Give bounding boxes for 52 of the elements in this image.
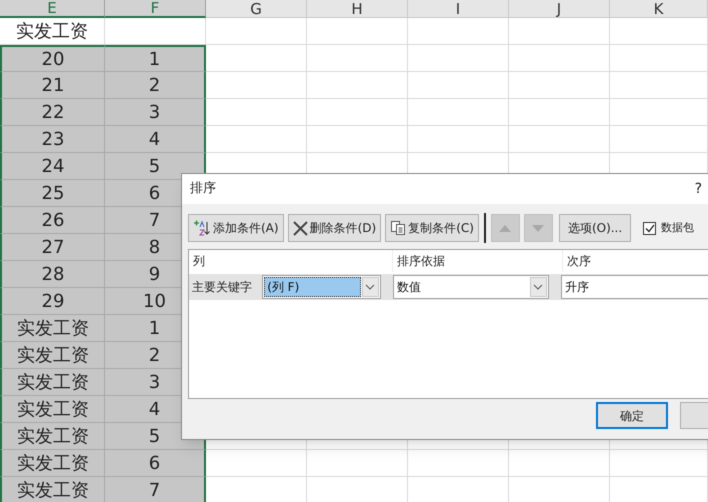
column-heading: 排序依据 bbox=[397, 253, 445, 270]
table-cell: 29 bbox=[0, 288, 105, 315]
table-cell: 21 bbox=[0, 72, 105, 99]
table-cell: 实发工资 bbox=[0, 342, 105, 369]
column-header[interactable]: E bbox=[0, 0, 105, 18]
toolbar-button[interactable]: 复制条件(C) bbox=[385, 214, 479, 242]
checkbox[interactable] bbox=[643, 222, 656, 234]
chevron-down-icon bbox=[365, 284, 376, 290]
table-cell: 实发工资 bbox=[0, 423, 105, 450]
checkbox-label: 数据包 bbox=[661, 220, 694, 236]
table-cell: 20 bbox=[0, 45, 105, 72]
table-cell: 28 bbox=[0, 261, 105, 288]
toolbar-button[interactable]: 添加条件(A) bbox=[188, 214, 284, 242]
cancel-button[interactable] bbox=[680, 402, 708, 429]
column-header[interactable]: F bbox=[105, 0, 206, 18]
options-button[interactable]: 选项(O)... bbox=[558, 214, 632, 242]
column-dropdown[interactable]: (列 F) bbox=[262, 275, 381, 299]
table-cell: 3 bbox=[105, 99, 206, 126]
column-header[interactable]: G bbox=[206, 0, 307, 18]
ok-button[interactable]: 确定 bbox=[596, 402, 668, 429]
column-header[interactable]: J bbox=[509, 0, 610, 18]
table-cell: 23 bbox=[0, 126, 105, 153]
table-cell: 实发工资 bbox=[0, 450, 105, 477]
delete-x-icon bbox=[292, 220, 308, 236]
help-button[interactable]: ? bbox=[694, 178, 702, 200]
sort-on-dropdown[interactable]: 数值 bbox=[392, 275, 549, 299]
table-cell: 实发工资 bbox=[0, 396, 105, 423]
column-header[interactable]: I bbox=[408, 0, 509, 18]
column-heading: 次序 bbox=[567, 253, 591, 270]
sort-add-icon bbox=[193, 219, 211, 237]
table-cell: 实发工资 bbox=[0, 477, 105, 502]
table-cell: 4 bbox=[105, 126, 206, 153]
order-dropdown[interactable]: 升序 bbox=[560, 275, 708, 299]
table-cell: 27 bbox=[0, 234, 105, 261]
checkmark-icon bbox=[644, 224, 655, 232]
table-cell: 实发工资 bbox=[0, 369, 105, 396]
table-cell: 6 bbox=[105, 450, 206, 477]
table-cell: 22 bbox=[0, 99, 105, 126]
column-header[interactable]: K bbox=[610, 0, 708, 18]
table-cell: 实发工资 bbox=[0, 315, 105, 342]
table-cell: 实发工资 bbox=[0, 18, 105, 45]
table-cell: 25 bbox=[0, 180, 105, 207]
table-cell: 24 bbox=[0, 153, 105, 180]
table-cell: 2 bbox=[105, 72, 206, 99]
toolbar-button[interactable]: 删除条件(D) bbox=[288, 214, 382, 242]
table-cell: 5 bbox=[105, 153, 206, 180]
copy-icon bbox=[390, 220, 406, 236]
chevron-down-icon bbox=[533, 284, 544, 290]
table-cell: 1 bbox=[105, 45, 206, 72]
table-cell: 26 bbox=[0, 207, 105, 234]
table-cell: 7 bbox=[105, 477, 206, 502]
column-header[interactable]: H bbox=[307, 0, 408, 18]
